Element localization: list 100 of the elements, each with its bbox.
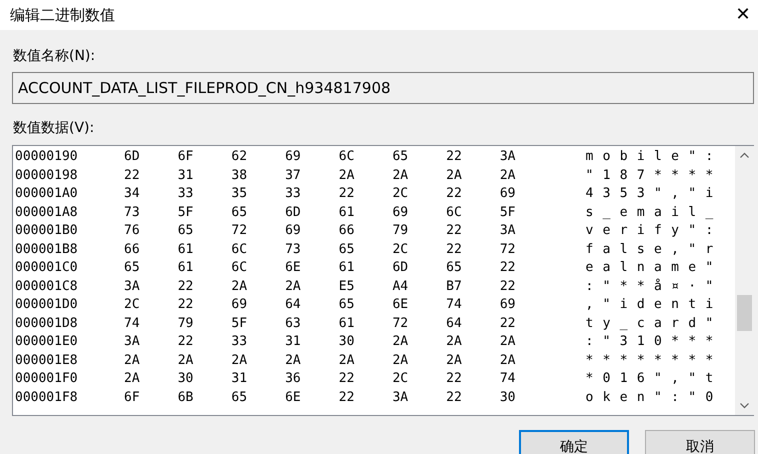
hex-byte: 5F [178,204,194,222]
scroll-down-icon[interactable] [740,403,749,409]
cancel-button[interactable]: 取消 [645,430,755,454]
hex-byte: 2A [446,333,463,351]
hex-byte: 65 [124,259,141,277]
hex-byte: 33 [285,185,302,203]
hex-byte: 69 [500,296,516,314]
hex-byte: 38 [231,166,248,184]
hex-byte: 65 [231,204,248,222]
hex-byte: 2A [392,166,410,184]
ok-button[interactable]: 确定 [519,430,629,454]
close-button[interactable]: ✕ [728,0,758,30]
value-name-field[interactable]: ACCOUNT_DATA_LIST_FILEPROD_CN_h934817908 [12,72,754,104]
ascii-text: ,"identi [586,296,723,314]
hex-byte: 69 [231,296,248,314]
hex-byte: 2A [500,166,516,184]
hex-byte: 31 [285,333,302,351]
hex-byte: 37 [285,166,302,184]
hex-byte: 33 [178,185,194,203]
address-text: 00000190 [14,148,79,166]
hex-byte: 35 [231,185,248,203]
hex-byte: 61 [338,314,356,332]
hex-byte: 22 [338,185,356,203]
hex-byte: 74 [446,296,463,314]
hex-byte: 6E [392,296,410,314]
hex-byte: 2C [392,370,410,388]
hex-byte: 6C [231,240,248,258]
ascii-text: s_email_ [586,204,723,222]
address-text: 000001F8 [14,388,79,406]
hex-byte: 22 [500,278,516,296]
hex-byte: 2A [231,352,248,370]
hex-byte: 22 [178,296,194,314]
scrollbar[interactable] [735,146,754,415]
ascii-text: oken":"0 [586,388,723,406]
ascii-text: :"**å¤·" [586,278,723,296]
ascii-text: false,"r [586,240,723,258]
hex-byte: 2C [392,240,410,258]
hex-byte: 2A [285,278,302,296]
hex-byte: 5F [500,204,516,222]
hex-byte: 2A [446,166,463,184]
hex-byte: 30 [338,333,356,351]
hex-byte: 69 [392,204,410,222]
hex-byte: 76 [124,222,141,240]
hex-byte: 5F [231,314,248,332]
hex-byte: 61 [338,204,356,222]
hex-byte: 6D [124,148,141,166]
hex-byte: 63 [285,314,302,332]
hex-byte: 22 [178,278,194,296]
address-text: 00000198 [14,166,79,184]
hex-byte: 64 [446,314,463,332]
hex-byte: 65 [338,240,356,258]
hex-byte: 64 [285,296,302,314]
hex-byte: 72 [392,314,410,332]
address-text: 000001B0 [14,222,79,240]
ascii-text: verify": [586,222,723,240]
hex-byte: 22 [338,370,356,388]
hex-editor[interactable] [12,145,754,416]
ascii-text: :"310*** [586,333,723,351]
ascii-text: mobile": [586,148,723,166]
hex-byte: 34 [124,185,141,203]
field-label: 数值名称(N): [12,47,96,66]
hex-byte: 65 [178,222,194,240]
hex-byte: 2C [392,185,410,203]
hex-byte: 22 [446,240,463,258]
hex-byte: 22 [500,259,516,277]
hex-byte: 6D [392,259,410,277]
hex-byte: 73 [124,204,141,222]
hex-byte: 2C [124,296,141,314]
hex-byte: 2A [500,352,516,370]
hex-byte: 69 [285,222,302,240]
window-title: 编辑二进制数值 [10,4,115,26]
hex-byte: 36 [285,370,302,388]
hex-byte: 74 [124,314,141,332]
hex-byte: 65 [231,388,248,406]
hex-byte: 62 [231,148,248,166]
hex-byte: 6C [446,204,463,222]
address-text: 000001A0 [14,185,79,203]
scroll-thumb[interactable] [737,295,752,331]
hex-byte: 6C [338,148,356,166]
hex-byte: 2A [124,370,141,388]
hex-byte: 61 [338,259,356,277]
hex-byte: 2A [285,352,302,370]
address-text: 000001C8 [14,278,79,296]
hex-byte: 61 [178,240,194,258]
hex-byte: 6D [285,204,302,222]
hex-byte: B7 [446,278,463,296]
ascii-text: 4353","i [586,185,723,203]
hex-byte: 3A [124,278,141,296]
hex-byte: 61 [178,259,194,277]
hex-byte: 2A [392,333,410,351]
hex-byte: 2A [446,352,463,370]
address-text: 000001F0 [14,370,79,388]
scroll-up-icon[interactable] [740,152,749,158]
hex-byte: 2A [500,333,516,351]
hex-byte: 22 [338,388,356,406]
hex-byte: 31 [178,166,194,184]
hex-byte: 72 [231,222,248,240]
hex-byte: 22 [446,185,463,203]
hex-byte: 6E [285,259,302,277]
address-text: 000001A8 [14,204,79,222]
